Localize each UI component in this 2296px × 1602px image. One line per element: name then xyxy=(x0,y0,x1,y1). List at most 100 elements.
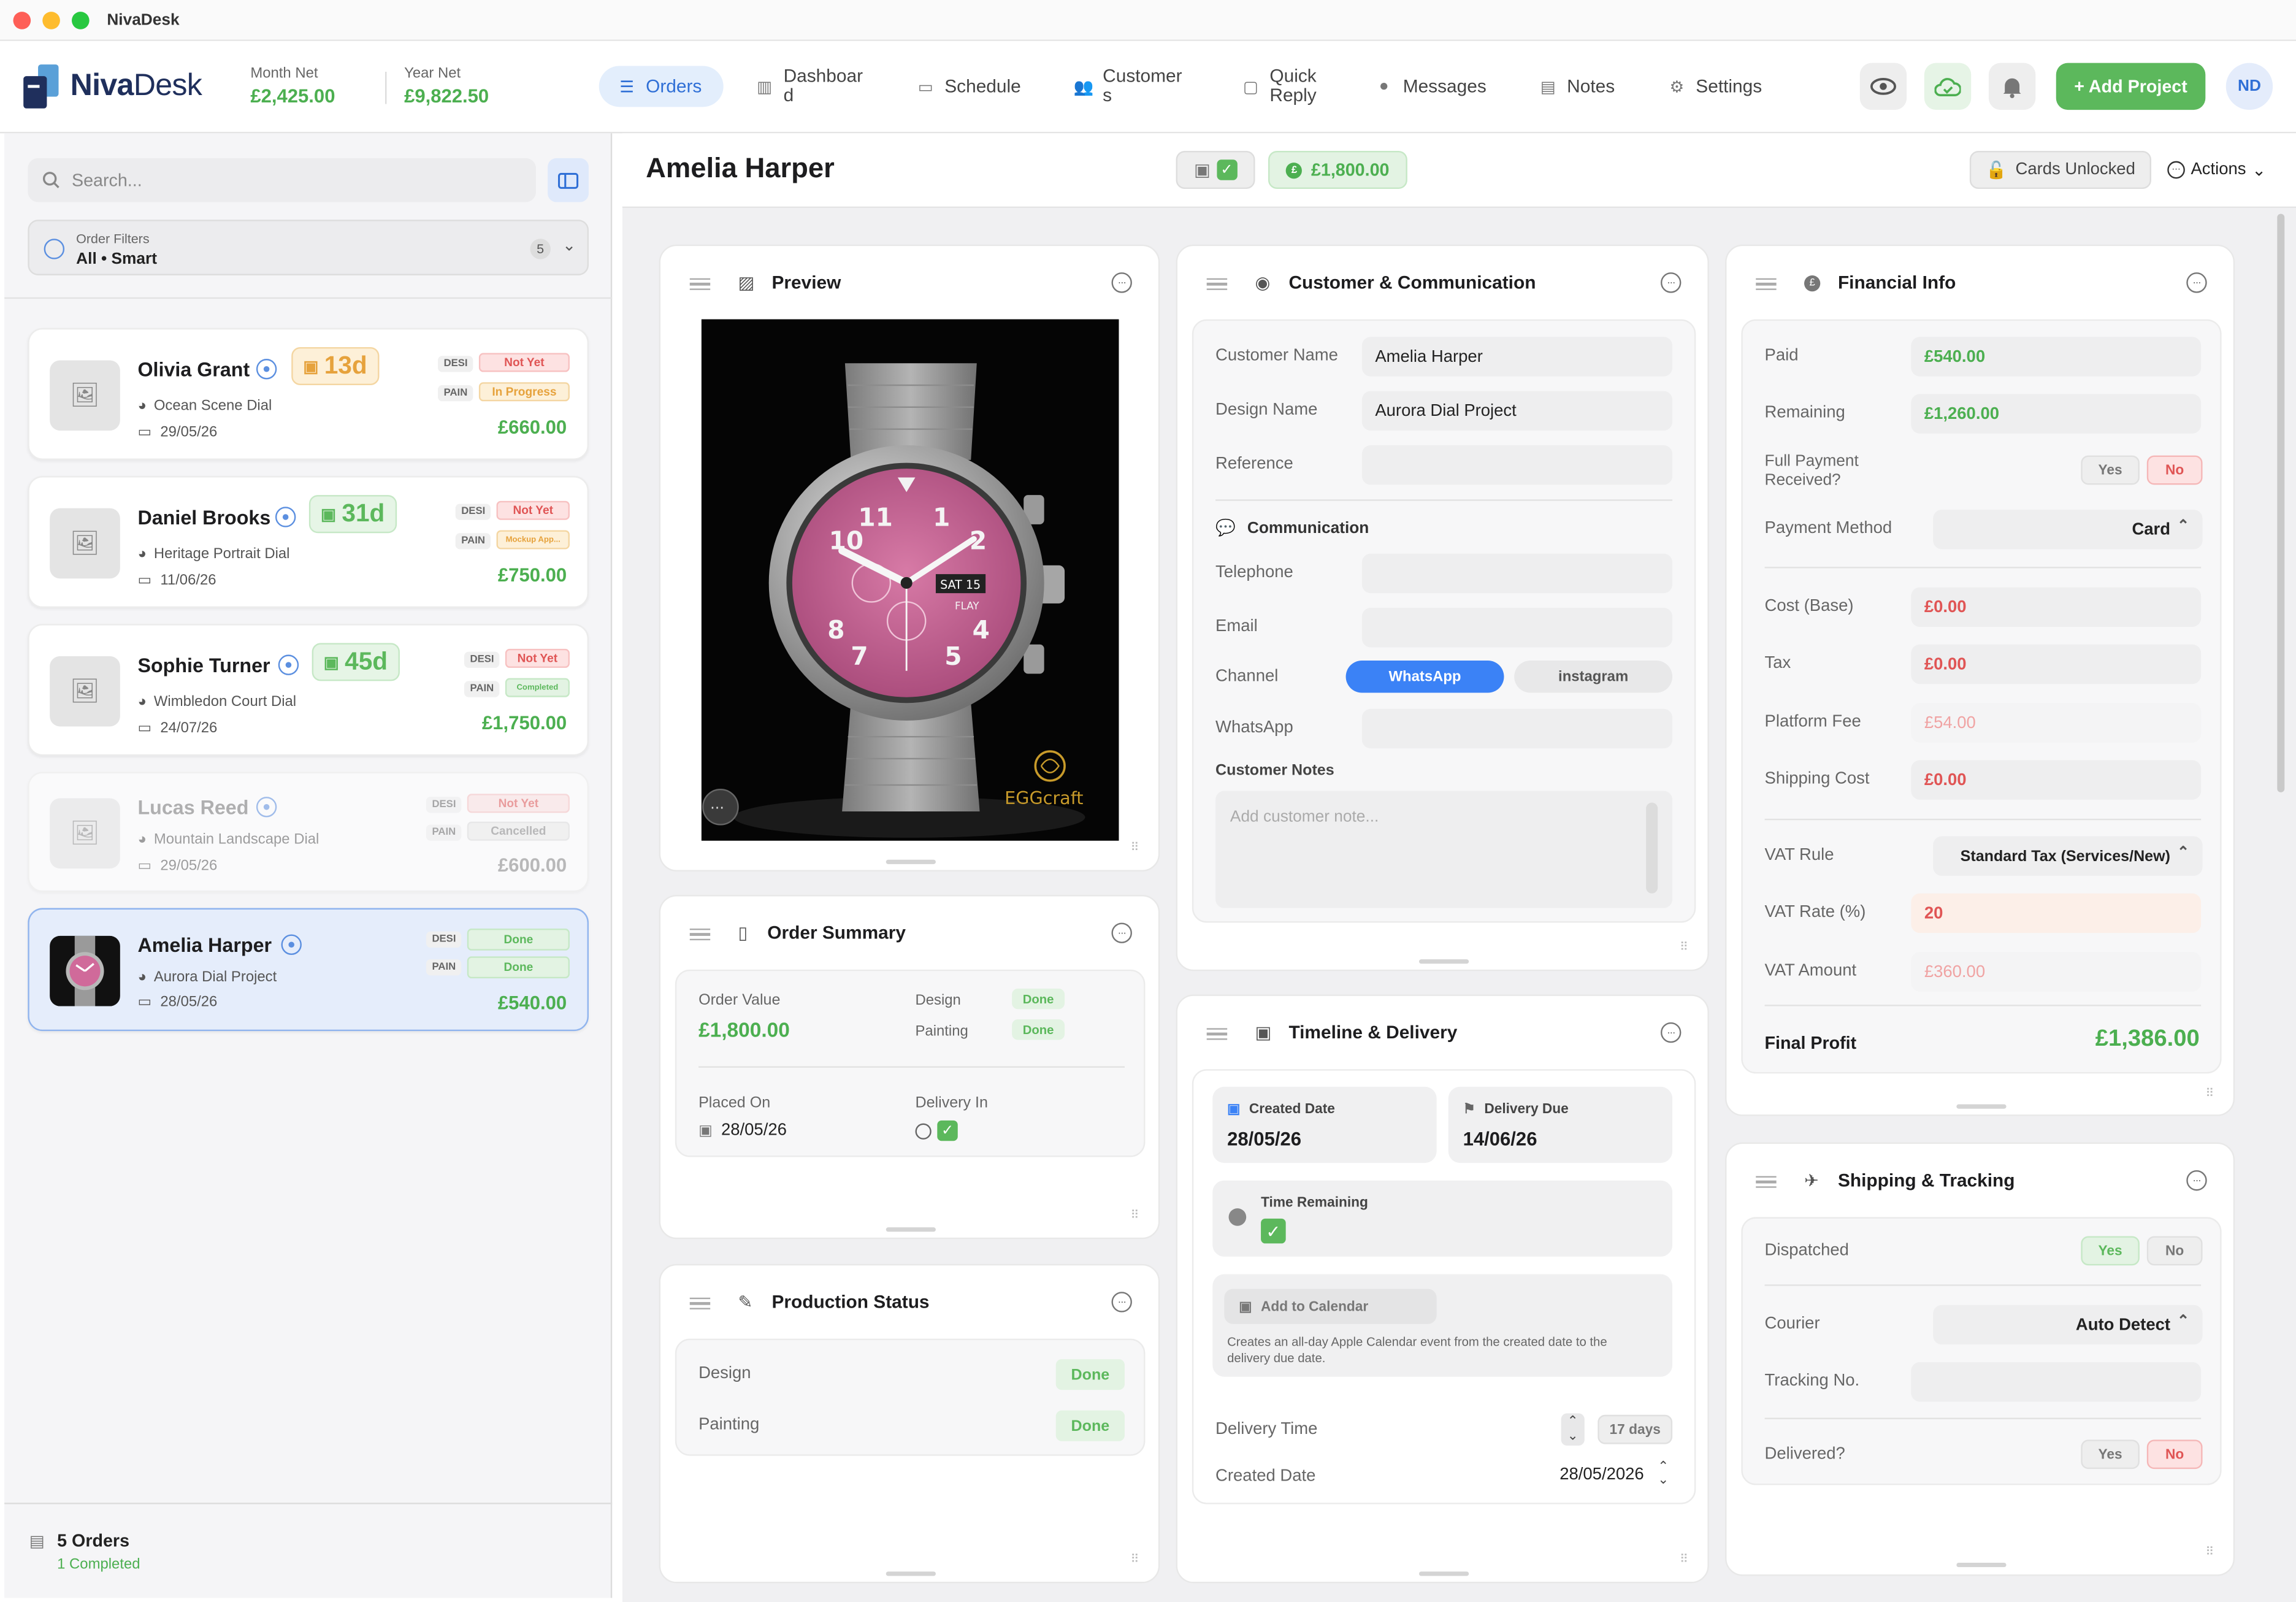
design-name-field[interactable]: Aurora Dial Project xyxy=(1361,391,1673,431)
whatsapp-field[interactable] xyxy=(1361,708,1673,749)
nav-dashboard[interactable]: ▥ Dashboar d xyxy=(737,66,881,107)
tax-field[interactable]: £0.00 xyxy=(1911,644,2202,684)
preview-toggle-button[interactable] xyxy=(1859,63,1907,110)
full-payment-no-button[interactable]: No xyxy=(2146,455,2203,485)
add-to-calendar-button[interactable]: ▣ Add to Calendar xyxy=(1224,1289,1437,1324)
painting-status-badge[interactable]: Done xyxy=(1055,1410,1125,1441)
panel-title: Financial Info xyxy=(1837,272,1956,293)
nav-notes[interactable]: ▤ Notes xyxy=(1520,66,1632,107)
date-stepper-icon[interactable]: ⌃ ⌄ xyxy=(1658,1460,1669,1487)
order-card[interactable]: 🖼 Olivia Grant ▣ 13d ◕ Ocean Scene Dial ▭ 2… xyxy=(28,328,589,460)
nav-quick-reply[interactable]: ▢ Quick Reply xyxy=(1223,66,1334,107)
drag-handle-icon[interactable] xyxy=(689,1297,711,1309)
payment-method-select[interactable]: Card xyxy=(1933,510,2203,550)
drag-handle-icon[interactable] xyxy=(1206,278,1228,290)
actions-menu-button[interactable]: ··· Actions ⌄ xyxy=(2167,151,2270,189)
cost-field[interactable]: £0.00 xyxy=(1911,587,2202,627)
tracking-number-field[interactable] xyxy=(1911,1362,2202,1402)
drag-handle-icon[interactable] xyxy=(689,928,711,941)
search-input[interactable]: Search... xyxy=(28,158,537,202)
sidebar-toggle-button[interactable] xyxy=(548,158,589,202)
order-card[interactable]: 🖼 Lucas Reed ◕ Mountain Landscape Dial ▭ 2… xyxy=(28,772,589,892)
nav-messages[interactable]: ● Messages xyxy=(1356,66,1504,107)
reference-field[interactable] xyxy=(1361,445,1673,485)
resize-handle[interactable] xyxy=(1418,1571,1469,1576)
vat-rule-select[interactable]: Standard Tax (Services/New) xyxy=(1933,836,2203,876)
more-options-icon[interactable]: ··· xyxy=(1660,1022,1682,1043)
more-options-icon[interactable]: ··· xyxy=(1111,1292,1132,1313)
paid-field[interactable]: £540.00 xyxy=(1911,337,2202,377)
communication-section-title: 💬 Communication xyxy=(1215,519,1369,538)
cards-unlocked-button[interactable]: 🔓 Cards Unlocked xyxy=(1969,150,2151,190)
customer-name-field[interactable]: Amelia Harper xyxy=(1361,337,1673,377)
cloud-sync-button[interactable] xyxy=(1924,63,1972,110)
resize-handle[interactable] xyxy=(886,1571,936,1576)
channel-whatsapp-button[interactable]: WhatsApp xyxy=(1345,660,1504,693)
photo-icon: ▨ xyxy=(738,272,755,293)
order-card-selected[interactable]: Amelia Harper ◕ Aurora Dial Project ▭ 28/0… xyxy=(28,908,589,1032)
delivery-time-stepper[interactable]: ⌃ ⌄ xyxy=(1561,1413,1585,1446)
cost-label: Cost (Base) xyxy=(1764,597,1854,615)
zoom-window-button[interactable] xyxy=(72,12,90,29)
minimize-window-button[interactable] xyxy=(42,12,60,29)
resize-grip-icon[interactable]: ⠿ xyxy=(1131,1552,1139,1565)
drag-handle-icon[interactable] xyxy=(689,278,711,290)
resize-grip-icon[interactable]: ⠿ xyxy=(2205,1087,2214,1100)
design-status-badge[interactable]: Done xyxy=(1055,1359,1125,1390)
dispatched-no-button[interactable]: No xyxy=(2146,1236,2203,1266)
nav-settings[interactable]: ⚙ Settings xyxy=(1649,66,1780,107)
time-remaining-label: Time Remaining xyxy=(1261,1195,1368,1211)
filter-count-badge: 5 xyxy=(530,239,551,259)
nav-orders[interactable]: ☰ Orders xyxy=(599,66,724,107)
resize-grip-icon[interactable]: ⠿ xyxy=(2205,1545,2214,1558)
user-avatar[interactable]: ND xyxy=(2225,63,2273,110)
dispatched-yes-button[interactable]: Yes xyxy=(2081,1236,2140,1266)
more-options-icon[interactable]: ··· xyxy=(1111,922,1132,943)
channel-instagram-button[interactable]: instagram xyxy=(1514,660,1673,693)
order-card[interactable]: 🖼 Daniel Brooks ▣ 31d ◕ Heritage Portrait … xyxy=(28,476,589,608)
vat-rate-field[interactable]: 20 xyxy=(1911,893,2202,933)
resize-handle[interactable] xyxy=(886,859,936,864)
full-payment-yes-button[interactable]: Yes xyxy=(2081,455,2140,485)
telephone-field[interactable] xyxy=(1361,553,1673,594)
nav-schedule[interactable]: ▭ Schedule xyxy=(898,66,1039,107)
order-card[interactable]: 🖼 Sophie Turner ▣ 45d ◕ Wimbledon Court Di… xyxy=(28,624,589,756)
created-date-picker[interactable]: 28/05/2026 xyxy=(1559,1466,1644,1484)
textarea-scrollbar[interactable] xyxy=(1646,802,1658,894)
add-project-button[interactable]: + Add Project xyxy=(2056,63,2206,110)
customer-notes-label: Customer Notes xyxy=(1215,761,1334,780)
close-window-button[interactable] xyxy=(13,12,31,29)
resize-handle[interactable] xyxy=(886,1227,936,1232)
drag-handle-icon[interactable] xyxy=(1206,1028,1228,1040)
order-filters-dropdown[interactable]: Order Filters All • Smart 5 ⌄ xyxy=(28,220,589,275)
email-field[interactable] xyxy=(1361,608,1673,648)
resize-grip-icon[interactable]: ⠿ xyxy=(1680,940,1688,953)
resize-grip-icon[interactable]: ⠿ xyxy=(1131,1208,1139,1221)
drag-handle-icon[interactable] xyxy=(1756,1176,1777,1188)
delivered-no-button[interactable]: No xyxy=(2146,1439,2203,1470)
more-options-icon[interactable]: ··· xyxy=(2186,1170,2207,1191)
resize-handle[interactable] xyxy=(1956,1104,2007,1109)
users-icon: 👥 xyxy=(1073,78,1094,96)
nav-customers[interactable]: 👥 Customer s xyxy=(1056,66,1200,107)
resize-handle[interactable] xyxy=(1956,1562,2007,1568)
shipping-box: Dispatched Yes No Courier Auto Detect Tr… xyxy=(1741,1217,2222,1485)
more-options-icon[interactable]: ··· xyxy=(1660,272,1682,293)
resize-grip-icon[interactable]: ⠿ xyxy=(1680,1552,1688,1565)
scrollbar[interactable] xyxy=(2277,213,2285,792)
resize-handle[interactable] xyxy=(1418,959,1469,964)
more-options-icon[interactable]: ··· xyxy=(1111,272,1132,293)
divider xyxy=(4,297,613,299)
drag-handle-icon[interactable] xyxy=(1756,278,1777,290)
notifications-button[interactable] xyxy=(1988,63,2036,110)
courier-select[interactable]: Auto Detect xyxy=(1933,1305,2203,1345)
shipping-cost-field[interactable]: £0.00 xyxy=(1911,760,2202,800)
more-options-icon[interactable]: ··· xyxy=(2186,272,2207,293)
resize-grip-icon[interactable]: ⠿ xyxy=(1131,841,1139,854)
delivered-yes-button[interactable]: Yes xyxy=(2081,1439,2140,1470)
divider xyxy=(385,72,387,104)
calendar-clock-icon: ▣ xyxy=(1255,1022,1272,1043)
customer-notes-textarea[interactable]: Add customer note... xyxy=(1215,791,1673,908)
palette-icon: ◕ xyxy=(137,832,147,848)
watch-preview-image[interactable]: 11 1 10 2 84 75 SAT 15 FLAY EGGcraft ··· xyxy=(701,319,1119,841)
